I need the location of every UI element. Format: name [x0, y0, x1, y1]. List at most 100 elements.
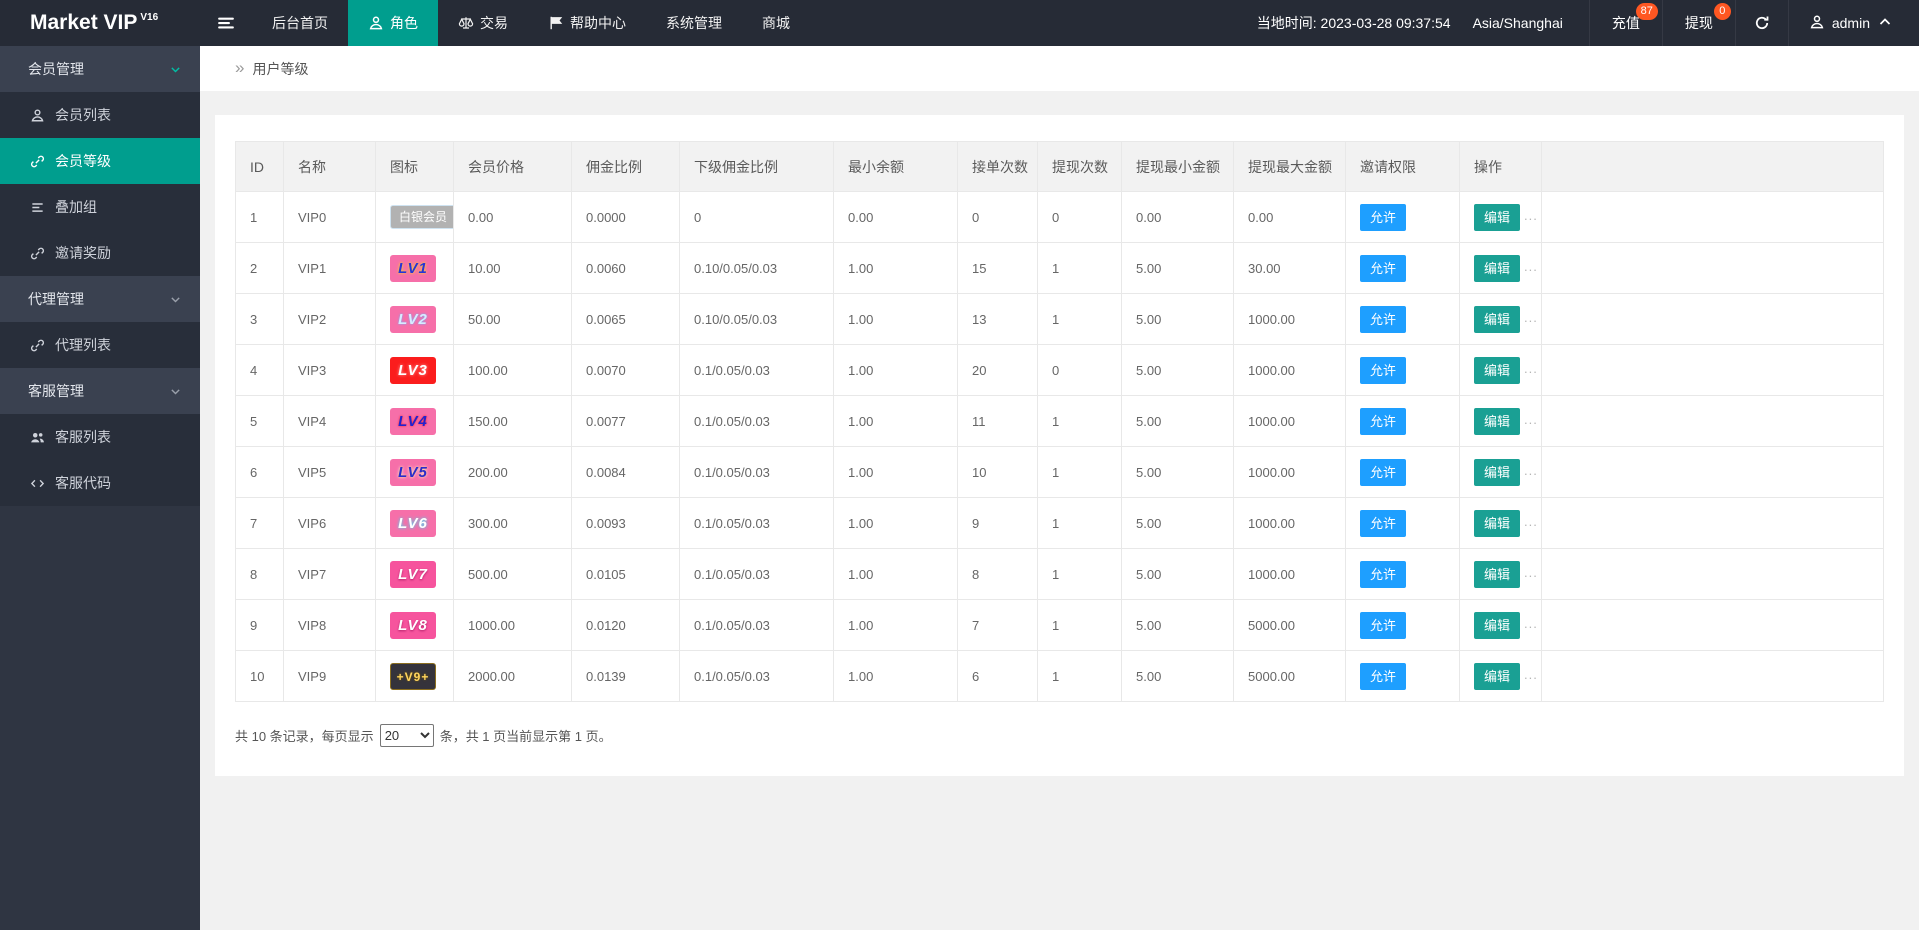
edit-button[interactable]: 编辑 — [1474, 204, 1520, 231]
logo-version: V16 — [140, 12, 158, 23]
allow-button[interactable]: 允许 — [1360, 510, 1406, 537]
sidebar-group-member-management[interactable]: 会员管理 — [0, 46, 200, 92]
cell-withdraw_max: 1000.00 — [1234, 345, 1346, 396]
cell-id: 7 — [236, 498, 284, 549]
person-icon — [1809, 14, 1825, 30]
nav-item-dashboard[interactable]: 后台首页 — [252, 0, 348, 46]
sidebar-item-member-level[interactable]: 会员等级 — [0, 138, 200, 184]
cell-badge: LV5 — [376, 447, 454, 498]
cell-min_balance: 1.00 — [834, 600, 958, 651]
main-area: » 用户等级 ID名称图标会员价格佣金比例下级佣金比例最小余额接单次数提现次数提… — [200, 46, 1919, 930]
breadcrumb-icon: » — [235, 59, 244, 76]
withdraw-button[interactable]: 提现 0 — [1662, 0, 1735, 46]
sidebar-item-invite-reward[interactable]: 邀请奖励 — [0, 230, 200, 276]
allow-button[interactable]: 允许 — [1360, 561, 1406, 588]
edit-button[interactable]: 编辑 — [1474, 612, 1520, 639]
allow-button[interactable]: 允许 — [1360, 663, 1406, 690]
recharge-button[interactable]: 充值 87 — [1589, 0, 1662, 46]
chevron-down-icon — [169, 293, 182, 306]
cell-action: 编辑... — [1460, 396, 1542, 447]
cell-withdraw_min: 5.00 — [1122, 498, 1234, 549]
cell-filler — [1542, 651, 1884, 702]
edit-button[interactable]: 编辑 — [1474, 408, 1520, 435]
timezone: Asia/Shanghai — [1473, 15, 1563, 31]
refresh-icon — [1754, 15, 1770, 31]
nav-item-trade[interactable]: 交易 — [438, 0, 528, 46]
page-size-select[interactable]: 20 — [380, 724, 434, 747]
user-menu[interactable]: admin — [1789, 0, 1919, 46]
sidebar-item-label: 客服列表 — [55, 427, 111, 447]
sidebar-item-member-list[interactable]: 会员列表 — [0, 92, 200, 138]
chevron-up-icon — [1877, 14, 1893, 30]
pagination-prefix: 共 10 条记录，每页显示 — [235, 726, 374, 745]
table-body: 1VIP0白银会员0.000.000000.00000.000.00允许编辑..… — [236, 192, 1884, 702]
cell-min_balance: 1.00 — [834, 243, 958, 294]
list-icon — [30, 200, 45, 215]
user-icon — [30, 108, 45, 123]
more-ellipsis: ... — [1524, 259, 1538, 274]
cell-commission: 0.0139 — [572, 651, 680, 702]
sidebar-item-label: 叠加组 — [55, 197, 97, 217]
withdraw-badge: 0 — [1714, 3, 1731, 20]
cell-withdraw_min: 5.00 — [1122, 651, 1234, 702]
sidebar-toggle-button[interactable] — [200, 0, 252, 46]
refresh-button[interactable] — [1735, 0, 1789, 46]
allow-button[interactable]: 允许 — [1360, 408, 1406, 435]
sidebar-group-service-management[interactable]: 客服管理 — [0, 368, 200, 414]
cell-name: VIP2 — [284, 294, 376, 345]
cell-commission: 0.0000 — [572, 192, 680, 243]
level-badge: LV4 — [390, 408, 436, 435]
cell-sub_commission: 0 — [680, 192, 834, 243]
cell-badge: LV6 — [376, 498, 454, 549]
nav-item-label: 后台首页 — [272, 13, 328, 33]
nav-item-help-center[interactable]: 帮助中心 — [528, 0, 646, 46]
nav-item-role[interactable]: 角色 — [348, 0, 438, 46]
table-row: 6VIP5LV5200.000.00840.1/0.05/0.031.00101… — [236, 447, 1884, 498]
cell-withdraw_max: 1000.00 — [1234, 396, 1346, 447]
table-row: 1VIP0白银会员0.000.000000.00000.000.00允许编辑..… — [236, 192, 1884, 243]
edit-button[interactable]: 编辑 — [1474, 255, 1520, 282]
sidebar-item-service-list[interactable]: 客服列表 — [0, 414, 200, 460]
edit-button[interactable]: 编辑 — [1474, 561, 1520, 588]
nav-item-system[interactable]: 系统管理 — [646, 0, 742, 46]
cell-badge: LV4 — [376, 396, 454, 447]
cell-invite: 允许 — [1346, 294, 1460, 345]
cell-price: 200.00 — [454, 447, 572, 498]
cell-sub_commission: 0.1/0.05/0.03 — [680, 447, 834, 498]
edit-button[interactable]: 编辑 — [1474, 663, 1520, 690]
sidebar-group-agent-management[interactable]: 代理管理 — [0, 276, 200, 322]
edit-button[interactable]: 编辑 — [1474, 510, 1520, 537]
cell-badge: 白银会员 — [376, 192, 454, 243]
sidebar-group-label: 客服管理 — [28, 381, 84, 401]
cell-id: 8 — [236, 549, 284, 600]
sidebar-item-stack-group[interactable]: 叠加组 — [0, 184, 200, 230]
sidebar-item-label: 会员等级 — [55, 151, 111, 171]
allow-button[interactable]: 允许 — [1360, 255, 1406, 282]
edit-button[interactable]: 编辑 — [1474, 357, 1520, 384]
cell-withdraw_max: 5000.00 — [1234, 651, 1346, 702]
edit-button[interactable]: 编辑 — [1474, 459, 1520, 486]
allow-button[interactable]: 允许 — [1360, 357, 1406, 384]
cell-min_balance: 1.00 — [834, 396, 958, 447]
table-header-cell: 佣金比例 — [572, 142, 680, 192]
sidebar-item-agent-list[interactable]: 代理列表 — [0, 322, 200, 368]
table-row: 3VIP2LV250.000.00650.10/0.05/0.031.00131… — [236, 294, 1884, 345]
cell-name: VIP5 — [284, 447, 376, 498]
more-ellipsis: ... — [1524, 361, 1538, 376]
cell-filler — [1542, 549, 1884, 600]
edit-button[interactable]: 编辑 — [1474, 306, 1520, 333]
allow-button[interactable]: 允许 — [1360, 204, 1406, 231]
more-ellipsis: ... — [1524, 463, 1538, 478]
allow-button[interactable]: 允许 — [1360, 612, 1406, 639]
cell-min_balance: 1.00 — [834, 294, 958, 345]
cell-action: 编辑... — [1460, 498, 1542, 549]
cell-min_balance: 1.00 — [834, 345, 958, 396]
cell-commission: 0.0077 — [572, 396, 680, 447]
allow-button[interactable]: 允许 — [1360, 459, 1406, 486]
table-header-cell: 提现最小金额 — [1122, 142, 1234, 192]
nav-item-mall[interactable]: 商城 — [742, 0, 810, 46]
cell-orders: 20 — [958, 345, 1038, 396]
allow-button[interactable]: 允许 — [1360, 306, 1406, 333]
sidebar-item-service-code[interactable]: 客服代码 — [0, 460, 200, 506]
cell-sub_commission: 0.1/0.05/0.03 — [680, 396, 834, 447]
